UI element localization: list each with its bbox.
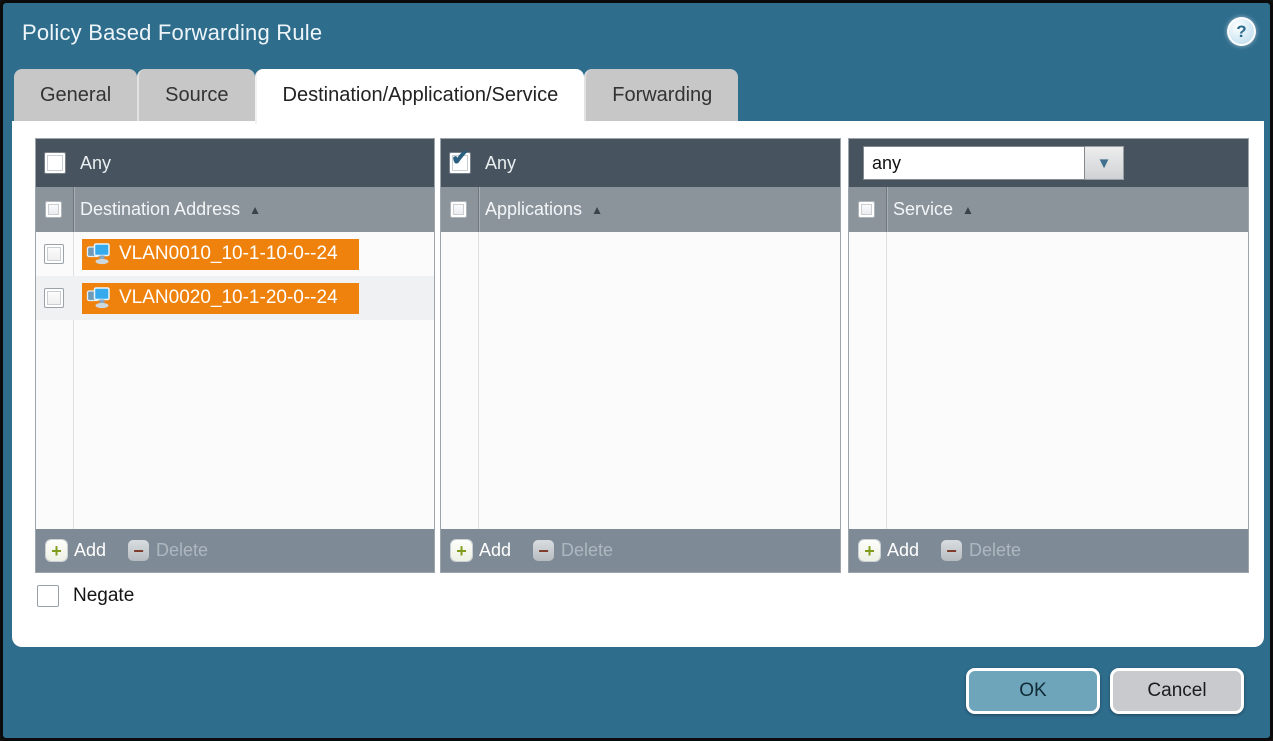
destination-toolbar: + Add − Delete [36,529,434,572]
delete-button[interactable]: − Delete [128,540,208,561]
row-checkbox[interactable] [44,244,64,264]
add-icon[interactable]: + [451,540,472,561]
applications-any-label: Any [485,153,516,174]
applications-column-label: Applications [485,199,582,220]
applications-toolbar: + Add − Delete [441,529,840,572]
delete-button-label: Delete [156,540,208,561]
applications-column-header[interactable]: Applications ▲ [441,187,840,232]
destination-list: VLAN0010_10-1-10-0--24 VLAN0020_10-1-20-… [36,232,434,529]
negate-label: Negate [73,585,134,607]
chevron-down-icon: ▼ [1097,155,1112,172]
applications-panel: ✔ Any Applications ▲ + Add − De [440,138,841,573]
service-select-all-checkbox[interactable] [858,201,875,218]
add-button-label: Add [887,540,919,561]
destination-any-checkbox[interactable] [44,152,66,174]
destination-column-label: Destination Address [80,199,240,220]
destination-address-panel: Any Destination Address ▲ [35,138,435,573]
tab-destination-application-service[interactable]: Destination/Application/Service [255,69,585,124]
delete-button-label: Delete [561,540,613,561]
service-column-label: Service [893,199,953,220]
tab-forwarding[interactable]: Forwarding [584,69,738,121]
checkmark-icon: ✔ [451,147,469,169]
applications-any-checkbox[interactable]: ✔ [449,152,471,174]
applications-select-all-checkbox[interactable] [450,201,467,218]
service-dropdown[interactable]: any ▼ [863,146,1124,180]
service-list [849,232,1248,529]
checkbox-column-divider [478,232,479,529]
tab-bar: General Source Destination/Application/S… [14,69,738,124]
destination-column-header[interactable]: Destination Address ▲ [36,187,434,232]
column-divider [886,187,887,232]
ok-button[interactable]: OK [966,668,1100,714]
tab-general[interactable]: General [14,69,137,121]
add-button[interactable]: + Add [859,540,919,561]
dropdown-button[interactable]: ▼ [1085,146,1124,180]
add-icon[interactable]: + [859,540,880,561]
column-divider [73,187,74,232]
tab-source[interactable]: Source [137,69,254,121]
table-row[interactable]: VLAN0010_10-1-10-0--24 [36,232,434,276]
delete-icon[interactable]: − [128,540,149,561]
tab-content: Any Destination Address ▲ [12,121,1264,647]
sort-asc-icon[interactable]: ▲ [591,203,603,217]
sort-asc-icon[interactable]: ▲ [249,203,261,217]
help-icon[interactable]: ? [1227,17,1256,46]
negate-row: Negate [37,585,134,607]
checkbox-column-divider [886,232,887,529]
destination-any-label: Any [80,153,111,174]
row-checkbox[interactable] [44,288,64,308]
address-group-icon [86,242,112,266]
negate-checkbox[interactable] [37,585,59,607]
address-group-icon [86,286,112,310]
service-dropdown-value[interactable]: any [863,146,1085,180]
delete-button-label: Delete [969,540,1021,561]
service-toolbar: + Add − Delete [849,529,1248,572]
add-button[interactable]: + Add [46,540,106,561]
add-button[interactable]: + Add [451,540,511,561]
service-dropdown-row: any ▼ [849,139,1248,187]
sort-asc-icon[interactable]: ▲ [962,203,974,217]
add-button-label: Add [479,540,511,561]
destination-select-all-checkbox[interactable] [45,201,62,218]
policy-based-forwarding-dialog: Policy Based Forwarding Rule ? General S… [0,0,1273,741]
destination-any-row: Any [36,139,434,187]
applications-list [441,232,840,529]
delete-button[interactable]: − Delete [533,540,613,561]
cancel-button[interactable]: Cancel [1110,668,1244,714]
delete-button[interactable]: − Delete [941,540,1021,561]
dialog-title: Policy Based Forwarding Rule [22,20,322,46]
address-entry-label: VLAN0020_10-1-20-0--24 [119,287,338,309]
address-entry[interactable]: VLAN0020_10-1-20-0--24 [82,283,359,314]
delete-icon[interactable]: − [941,540,962,561]
service-column-header[interactable]: Service ▲ [849,187,1248,232]
applications-any-row: ✔ Any [441,139,840,187]
column-divider [478,187,479,232]
service-panel: any ▼ Service ▲ + Add [848,138,1249,573]
table-row[interactable]: VLAN0020_10-1-20-0--24 [36,276,434,320]
delete-icon[interactable]: − [533,540,554,561]
add-button-label: Add [74,540,106,561]
address-entry-label: VLAN0010_10-1-10-0--24 [119,243,338,265]
address-entry[interactable]: VLAN0010_10-1-10-0--24 [82,239,359,270]
add-icon[interactable]: + [46,540,67,561]
